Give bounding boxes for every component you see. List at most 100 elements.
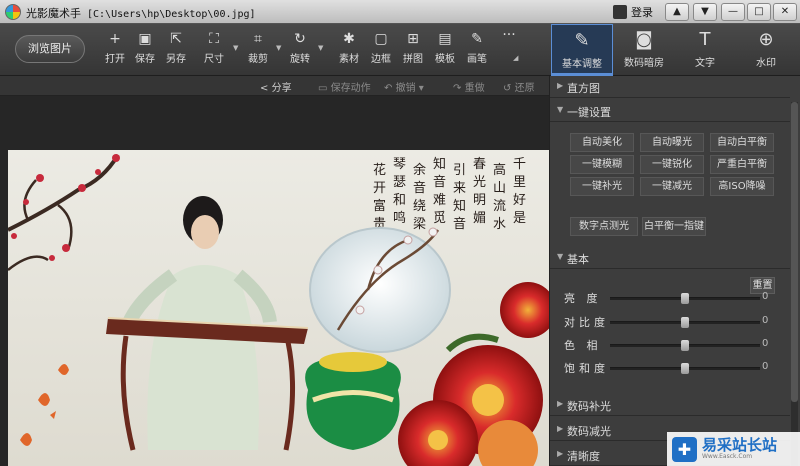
slider-track[interactable] (610, 363, 760, 374)
open-icon: + (109, 31, 121, 47)
crop-icon: ⌗ (254, 31, 262, 47)
calligraphy-glyph: 山 (493, 181, 506, 196)
spot-metering-button[interactable]: 数字点测光 (570, 217, 638, 236)
calligraphy-glyph: 是 (513, 211, 526, 226)
histogram-label: 直方图 (567, 82, 600, 95)
save-action-button[interactable]: ▭ 保存动作 (318, 79, 371, 94)
auto-exposure-button[interactable]: 自动曝光 (640, 133, 704, 152)
slider-thumb[interactable] (681, 340, 689, 351)
slider-thumb[interactable] (681, 293, 689, 304)
rotate-tool[interactable]: ↻ 旋转 (283, 28, 317, 72)
browse-images-button[interactable]: 浏览图片 (15, 35, 85, 63)
template-label: 模板 (435, 54, 455, 65)
image-canvas[interactable]: 千里好是高山流水春光明媚引来知音知音难觅余音绕梁琴瑟和鸣花开富贵 (0, 96, 549, 466)
save-label: 保存 (135, 54, 155, 65)
slider-value: 0 (762, 291, 769, 302)
calligraphy-glyph: 余 (413, 162, 426, 178)
restore-button[interactable]: ↺ 还原 (503, 79, 535, 94)
template-tool[interactable]: ▤ 模板 (428, 28, 462, 72)
user-icon (613, 5, 627, 19)
panel-scrollbar[interactable] (791, 102, 798, 466)
save-as-tool[interactable]: ⇱ 另存 (159, 28, 193, 72)
scrollbar-thumb[interactable] (791, 102, 798, 402)
tab-text-label: 文字 (695, 58, 715, 69)
crop-tool[interactable]: ⌗ 裁剪 (241, 28, 275, 72)
slider-thumb[interactable] (681, 317, 689, 328)
tab-basic-adjust[interactable]: ✎ 基本调整 (551, 24, 613, 76)
save-as-icon: ⇱ (170, 31, 182, 47)
menu-button[interactable]: ▼ (693, 3, 717, 21)
collapse-icon: ▼ (557, 252, 564, 261)
border-tool[interactable]: ▢ 边框 (364, 28, 398, 72)
save-tool[interactable]: ▣ 保存 (128, 28, 162, 72)
one-click-blur-button[interactable]: 一键模糊 (570, 155, 634, 174)
section-oneclick[interactable]: ▼ 一键设置 (550, 100, 790, 122)
collapse-icon: ▼ (557, 105, 564, 114)
slider-track[interactable] (610, 317, 760, 328)
brush-tool[interactable]: ✎ 画笔 (460, 28, 494, 72)
slider-track[interactable] (610, 293, 760, 304)
collage-tool[interactable]: ⊞ 拼图 (396, 28, 430, 72)
calligraphy-glyph: 觅 (433, 211, 446, 226)
photo-preview[interactable]: 千里好是高山流水春光明媚引来知音知音难觅余音绕梁琴瑟和鸣花开富贵 (8, 150, 549, 466)
close-button[interactable]: ✕ (773, 3, 797, 21)
calligraphy-glyph: 流 (493, 199, 506, 214)
maximize-button[interactable]: □ (747, 3, 771, 21)
site-logo-icon: ✚ (672, 436, 697, 462)
auto-white-balance-button[interactable]: 自动白平衡 (710, 133, 774, 152)
save-action-icon: ▭ (318, 83, 328, 94)
action-bar: < 分享 ▭ 保存动作 ↶ 撤销 ▾ ↷ 重做 ↺ 还原 (0, 76, 549, 96)
restore-label: 还原 (514, 83, 535, 94)
rotate-dropdown-icon[interactable]: ▼ (318, 44, 323, 52)
resize-dropdown-icon[interactable]: ▼ (233, 44, 238, 52)
skin-button[interactable]: ▲ (665, 3, 689, 21)
login-button[interactable]: 登录 (609, 3, 657, 21)
open-label: 打开 (105, 54, 125, 65)
share-button[interactable]: < 分享 (260, 79, 292, 94)
calligraphy-glyph: 瑟 (393, 175, 406, 190)
minimize-button[interactable]: — (721, 3, 745, 21)
resize-tool[interactable]: ⛶ 尺寸 (197, 28, 231, 72)
more-dropdown-icon[interactable]: ◢ (513, 54, 518, 62)
calligraphy-glyph: 明 (473, 193, 486, 208)
collage-label: 拼图 (403, 54, 423, 65)
calligraphy-glyph: 绕 (413, 199, 426, 214)
more-tool[interactable]: ··· (492, 24, 526, 68)
section-basic[interactable]: ▼ 基本 (550, 247, 790, 269)
basic-label: 基本 (567, 253, 589, 266)
photo-artwork: 千里好是高山流水春光明媚引来知音知音难觅余音绕梁琴瑟和鸣花开富贵 (8, 153, 549, 466)
strict-white-balance-button[interactable]: 严重白平衡 (710, 155, 774, 174)
tab-darkroom[interactable]: ◙ 数码暗房 (613, 24, 675, 76)
rotate-icon: ↻ (294, 31, 306, 47)
calligraphy-glyph: 来 (453, 181, 466, 196)
camera-icon: ◙ (635, 29, 653, 50)
calligraphy-glyph: 鸣 (393, 210, 406, 226)
brush-icon: ✎ (471, 31, 483, 47)
auto-beautify-button[interactable]: 自动美化 (570, 133, 634, 152)
slider-thumb[interactable] (681, 363, 689, 374)
redo-button[interactable]: ↷ 重做 (453, 79, 485, 94)
material-tool[interactable]: ✱ 素材 (332, 28, 366, 72)
crop-dropdown-icon[interactable]: ▼ (276, 44, 281, 52)
one-click-sharpen-button[interactable]: 一键锐化 (640, 155, 704, 174)
undo-button[interactable]: ↶ 撤销 ▾ (384, 79, 424, 94)
redo-label: 重做 (464, 83, 485, 94)
section-histogram[interactable]: ▶ 直方图 (550, 76, 790, 98)
calligraphy-glyph: 千 (513, 157, 526, 172)
calligraphy-glyph: 开 (373, 181, 386, 196)
iso-denoise-button[interactable]: 高ISO降噪 (710, 177, 774, 196)
slider-track[interactable] (610, 340, 760, 351)
fill-light-button[interactable]: 一键补光 (570, 177, 634, 196)
tab-basic-adjust-label: 基本调整 (562, 59, 602, 70)
tab-darkroom-label: 数码暗房 (624, 58, 664, 69)
section-fill-light[interactable]: ▶ 数码补光 (550, 394, 790, 416)
tab-text[interactable]: T 文字 (674, 24, 736, 76)
app-name: 光影魔术手 (26, 7, 81, 20)
undo-icon: ↶ (384, 83, 393, 94)
white-balance-picker-button[interactable]: 白平衡一指键 (642, 217, 706, 236)
open-tool[interactable]: + 打开 (98, 28, 132, 72)
more-icon: ··· (502, 27, 516, 43)
reduce-light-button[interactable]: 一键减光 (640, 177, 704, 196)
tab-watermark[interactable]: ⊕ 水印 (735, 24, 797, 76)
sharpness-label: 清晰度 (567, 450, 600, 463)
